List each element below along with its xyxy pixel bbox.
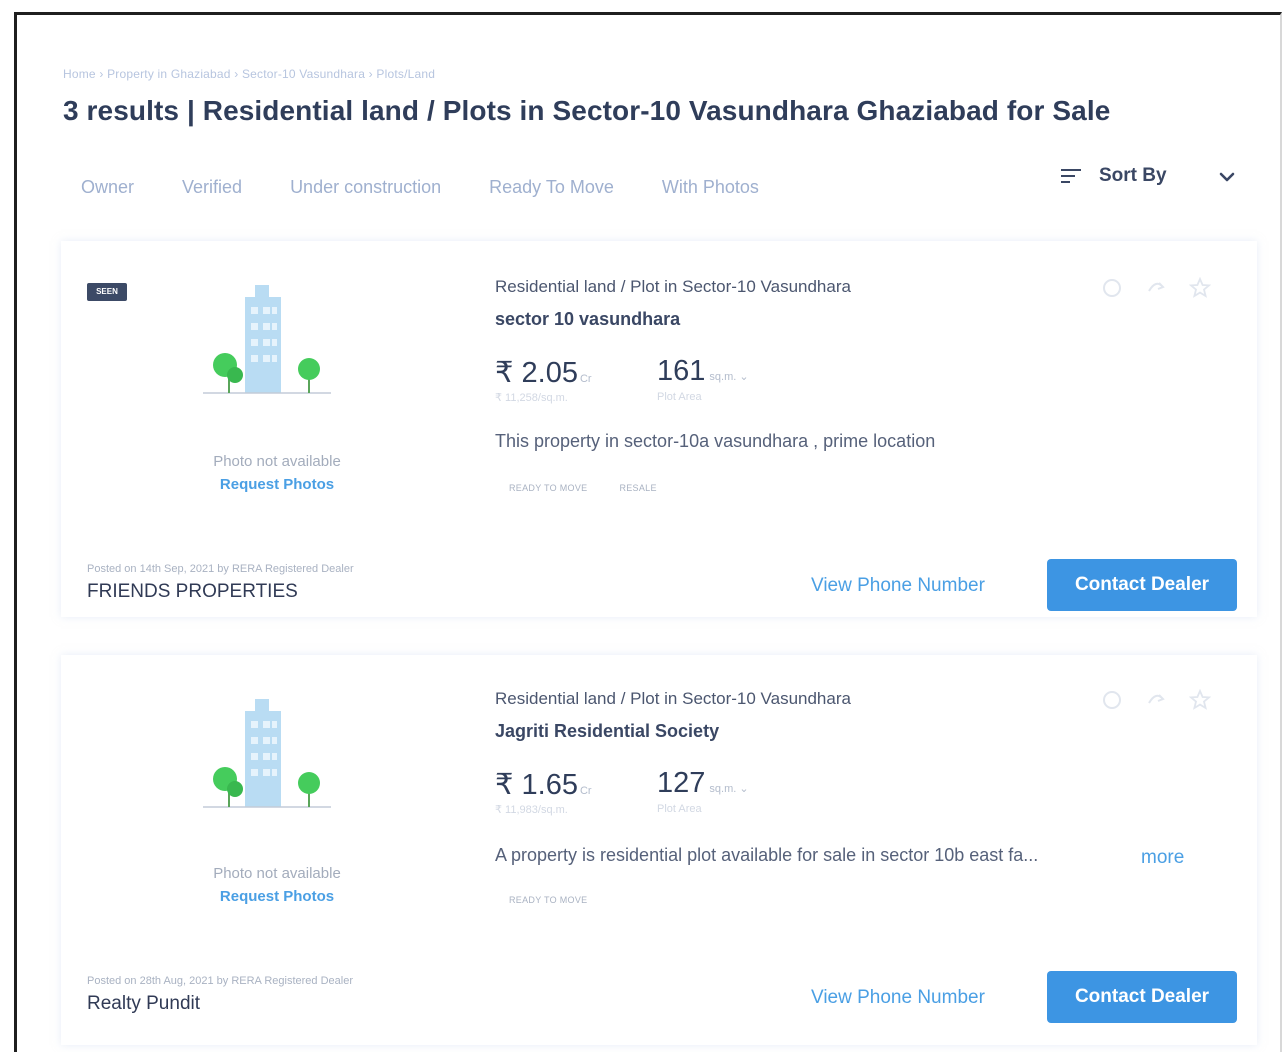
property-type-link[interactable]: Residential land / Plot in Sector-10 Vas… [495, 277, 851, 297]
tag-list: READY TO MOVE RESALE [509, 483, 657, 493]
filter-with-photos[interactable]: With Photos [662, 177, 759, 198]
chat-icon[interactable] [1101, 277, 1123, 299]
photo-not-available-text: Photo not available [213, 865, 341, 882]
dealer-name: FRIENDS PROPERTIES [87, 581, 298, 602]
view-phone-number-link[interactable]: View Phone Number [811, 575, 985, 597]
posted-meta: Posted on 28th Aug, 2021 by RERA Registe… [87, 975, 354, 987]
project-name-link[interactable]: sector 10 vasundhara [495, 309, 680, 330]
listing-card[interactable]: SEEN Photo not available Request Photos … [61, 241, 1257, 617]
area-value[interactable]: 127 sq.m. ⌄ [657, 767, 749, 800]
project-name-link[interactable]: Jagriti Residential Society [495, 721, 719, 742]
price-value: ₹ 2.05 Cr [495, 357, 592, 389]
listing-actions [1101, 277, 1211, 299]
price-value: ₹ 1.65 Cr [495, 769, 592, 801]
listing-card[interactable]: Photo not available Request Photos Resid… [61, 655, 1257, 1045]
filter-ready-to-move[interactable]: Ready To Move [489, 177, 614, 198]
contact-dealer-button[interactable]: Contact Dealer [1047, 559, 1237, 611]
more-link[interactable]: more [1141, 847, 1184, 869]
share-icon[interactable] [1145, 277, 1167, 299]
tag-ready-to-move: READY TO MOVE [509, 895, 588, 905]
tag-ready-to-move: READY TO MOVE [509, 483, 588, 493]
building-placeholder-icon [203, 699, 331, 808]
tag-resale: RESALE [619, 483, 657, 493]
seen-badge: SEEN [87, 283, 127, 301]
filter-bar: Owner Verified Under construction Ready … [81, 177, 807, 198]
sort-icon [1061, 168, 1083, 184]
filter-owner[interactable]: Owner [81, 177, 134, 198]
area-value[interactable]: 161 sq.m. ⌄ [657, 355, 749, 388]
area-label: Plot Area [657, 803, 702, 815]
chat-icon[interactable] [1101, 689, 1123, 711]
star-icon[interactable] [1189, 277, 1211, 299]
breadcrumb[interactable]: Home › Property in Ghaziabad › Sector-10… [63, 67, 435, 81]
building-placeholder-icon [203, 285, 331, 394]
listing-actions [1101, 689, 1211, 711]
sort-label: Sort By [1099, 165, 1167, 186]
contact-dealer-button[interactable]: Contact Dealer [1047, 971, 1237, 1023]
request-photos-link[interactable]: Request Photos [167, 476, 387, 493]
tag-list: READY TO MOVE [509, 895, 587, 905]
dealer-name: Realty Pundit [87, 993, 201, 1014]
price-per-unit: ₹ 11,983/sq.m. [495, 804, 568, 816]
property-type-link[interactable]: Residential land / Plot in Sector-10 Vas… [495, 689, 851, 709]
view-phone-number-link[interactable]: View Phone Number [811, 987, 985, 1009]
share-icon[interactable] [1145, 689, 1167, 711]
page-frame: Home › Property in Ghaziabad › Sector-10… [14, 12, 1282, 1052]
filter-verified[interactable]: Verified [182, 177, 242, 198]
photo-not-available-text: Photo not available [213, 453, 341, 470]
description-text: This property in sector-10a vasundhara ,… [495, 431, 936, 451]
chevron-down-icon[interactable] [1215, 165, 1239, 189]
request-photos-link[interactable]: Request Photos [167, 888, 387, 905]
sort-by-button[interactable]: Sort By [1061, 165, 1167, 187]
description-text: A property is residential plot available… [495, 845, 1039, 865]
star-icon[interactable] [1189, 689, 1211, 711]
posted-meta: Posted on 14th Sep, 2021 by RERA Registe… [87, 563, 354, 575]
price-per-unit: ₹ 11,258/sq.m. [495, 392, 568, 404]
page-title: 3 results | Residential land / Plots in … [63, 95, 1111, 126]
filter-under-construction[interactable]: Under construction [290, 177, 441, 198]
area-label: Plot Area [657, 391, 702, 403]
